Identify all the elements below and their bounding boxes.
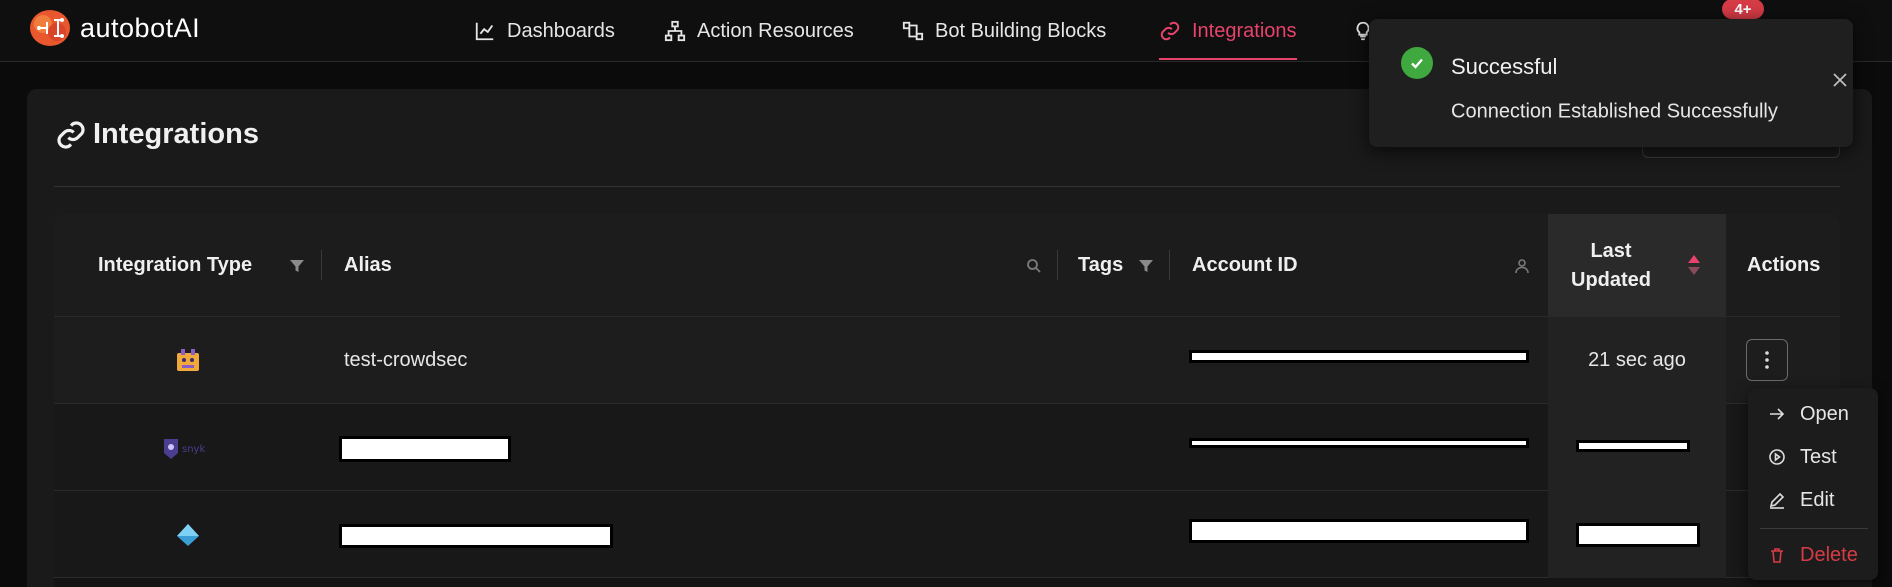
table-row[interactable]: snyk <box>54 404 1840 491</box>
nav-label: Action Resources <box>697 19 854 42</box>
redacted-last-updated <box>1576 440 1690 452</box>
blocks-icon <box>902 21 924 41</box>
col-last-updated[interactable]: Last Updated <box>1548 214 1674 317</box>
trash-icon <box>1771 548 1783 563</box>
redacted-last-updated <box>1576 523 1700 547</box>
redacted-alias <box>339 436 511 462</box>
page-title: Integrations <box>55 118 259 151</box>
success-toast: Successful Connection Established Succes… <box>1369 19 1853 147</box>
toast-title: Successful <box>1451 54 1558 79</box>
page-title-text: Integrations <box>93 118 259 150</box>
menu-test[interactable]: Test <box>1748 437 1878 477</box>
chart-line-icon <box>475 22 494 41</box>
app-logo[interactable]: autobotAI <box>29 8 200 48</box>
check-circle-icon <box>1401 47 1433 79</box>
nav-action-resources[interactable]: Action Resources <box>664 0 854 62</box>
menu-label: Edit <box>1800 488 1835 511</box>
col-actions: Actions <box>1747 254 1821 276</box>
redacted-alias <box>339 524 613 548</box>
table-row[interactable] <box>54 491 1840 578</box>
search-icon[interactable] <box>1026 258 1042 274</box>
nav-integrations[interactable]: Integrations <box>1159 0 1297 62</box>
row-actions-menu: Open Test Edit Delete <box>1748 388 1878 580</box>
menu-delete[interactable]: Delete <box>1748 535 1878 575</box>
col-integration-type[interactable]: Integration Type <box>98 214 252 317</box>
column-separator <box>321 250 322 280</box>
menu-open[interactable]: Open <box>1748 394 1878 434</box>
user-icon[interactable] <box>1514 258 1530 274</box>
app-name: autobotAI <box>80 12 201 43</box>
nav-label: Integrations <box>1192 19 1297 42</box>
filter-icon[interactable] <box>1138 258 1154 274</box>
diamond-logo-icon <box>174 491 202 578</box>
toast-message: Connection Established Successfully <box>1451 100 1778 123</box>
arrow-right-icon <box>1770 408 1785 420</box>
row-actions-button[interactable] <box>1746 339 1788 381</box>
col-last-updated-line1: Last <box>1590 239 1632 262</box>
menu-divider <box>1760 528 1868 529</box>
divider <box>54 186 1840 187</box>
column-separator <box>1057 250 1058 280</box>
nav-label: Bot Building Blocks <box>935 19 1107 42</box>
snyk-logo-icon: snyk <box>160 404 216 491</box>
sort-icon[interactable] <box>1687 254 1701 276</box>
col-account-id[interactable]: Account ID <box>1192 214 1298 317</box>
col-alias[interactable]: Alias <box>344 214 392 317</box>
brain-logo-icon <box>29 8 72 48</box>
column-separator <box>1169 250 1170 280</box>
menu-label: Open <box>1800 402 1849 425</box>
sitemap-icon <box>664 20 686 42</box>
nav-label: Dashboards <box>507 19 615 42</box>
crowdsec-logo-icon <box>174 317 202 404</box>
link-icon <box>57 120 85 149</box>
last-updated-cell: 21 sec ago <box>1588 349 1686 371</box>
pencil-icon <box>1769 492 1785 509</box>
redacted-account-id <box>1189 519 1529 543</box>
close-icon[interactable] <box>1831 71 1849 89</box>
nav-dashboards[interactable]: Dashboards <box>474 0 615 62</box>
notification-badge[interactable]: 4+ <box>1722 0 1764 19</box>
link-icon <box>1160 21 1180 41</box>
nav-bot-building-blocks[interactable]: Bot Building Blocks <box>902 0 1106 62</box>
col-tags[interactable]: Tags <box>1078 214 1123 317</box>
table-header: Integration Type Alias Tags Account ID L… <box>54 214 1840 317</box>
redacted-account-id <box>1189 350 1529 363</box>
integrations-table: Integration Type Alias Tags Account ID L… <box>54 214 1840 587</box>
svg-text:snyk: snyk <box>182 444 205 455</box>
col-last-updated-line2: Updated <box>1571 268 1651 291</box>
redacted-account-id <box>1189 438 1529 448</box>
alias-cell[interactable]: test-crowdsec <box>344 317 467 404</box>
table-row[interactable]: test-crowdsec 21 sec ago <box>54 317 1840 404</box>
play-circle-icon <box>1769 449 1785 465</box>
kebab-menu-icon <box>1765 351 1769 369</box>
menu-label: Test <box>1800 445 1837 468</box>
menu-edit[interactable]: Edit <box>1748 480 1878 520</box>
menu-label: Delete <box>1800 543 1858 566</box>
filter-icon[interactable] <box>289 258 305 274</box>
